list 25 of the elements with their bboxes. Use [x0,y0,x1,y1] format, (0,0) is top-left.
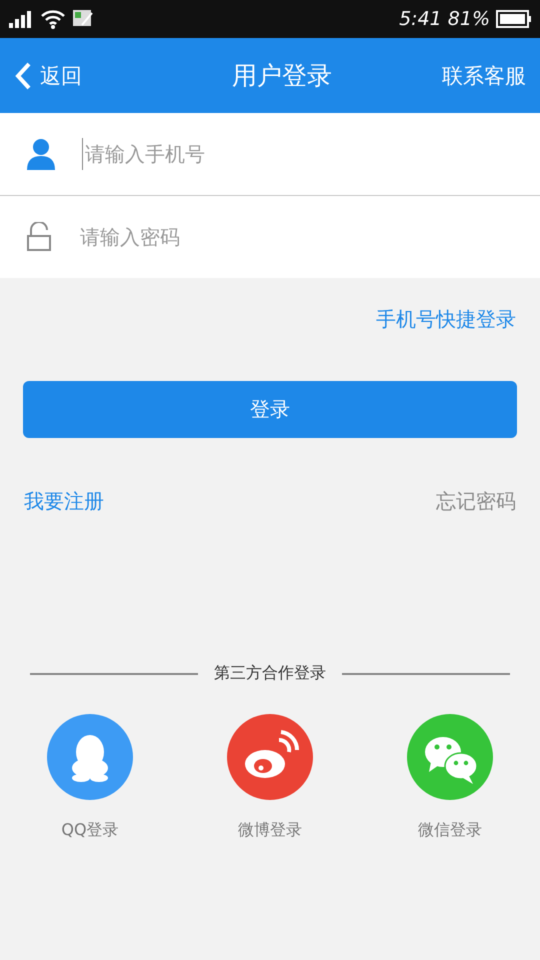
user-icon [26,138,56,170]
phone-input-field[interactable]: 请输入手机号 [82,138,514,170]
contact-service-link[interactable]: 联系客服 [442,62,526,90]
clock-time: 5:41 [399,8,442,30]
third-party-heading: 第三方合作登录 [214,663,326,684]
back-chevron-icon [14,60,32,90]
signal-icon [8,10,34,28]
eye-signal-icon[interactable] [227,714,313,800]
page-title: 用户登录 [232,60,332,92]
register-link[interactable]: 我要注册 [24,488,104,515]
notification-icon [72,9,94,29]
chat-bubbles-icon[interactable] [407,714,493,800]
social-login-label: 微信登录 [418,820,482,841]
login-button[interactable]: 登录 [23,381,517,438]
forgot-password-link[interactable]: 忘记密码 [436,488,516,515]
social-login-label: QQ登录 [61,820,119,841]
wifi-icon [40,9,66,29]
battery-icon [496,10,532,28]
password-input-field[interactable]: 请输入密码 [78,221,514,253]
back-button[interactable]: 返回 [14,60,82,90]
lock-icon [26,222,52,252]
quick-login-link[interactable]: 手机号快捷登录 [376,306,516,333]
social-login-label: 微博登录 [238,820,302,841]
penguin-icon[interactable] [47,714,133,800]
battery-percent: 81% [448,8,490,30]
